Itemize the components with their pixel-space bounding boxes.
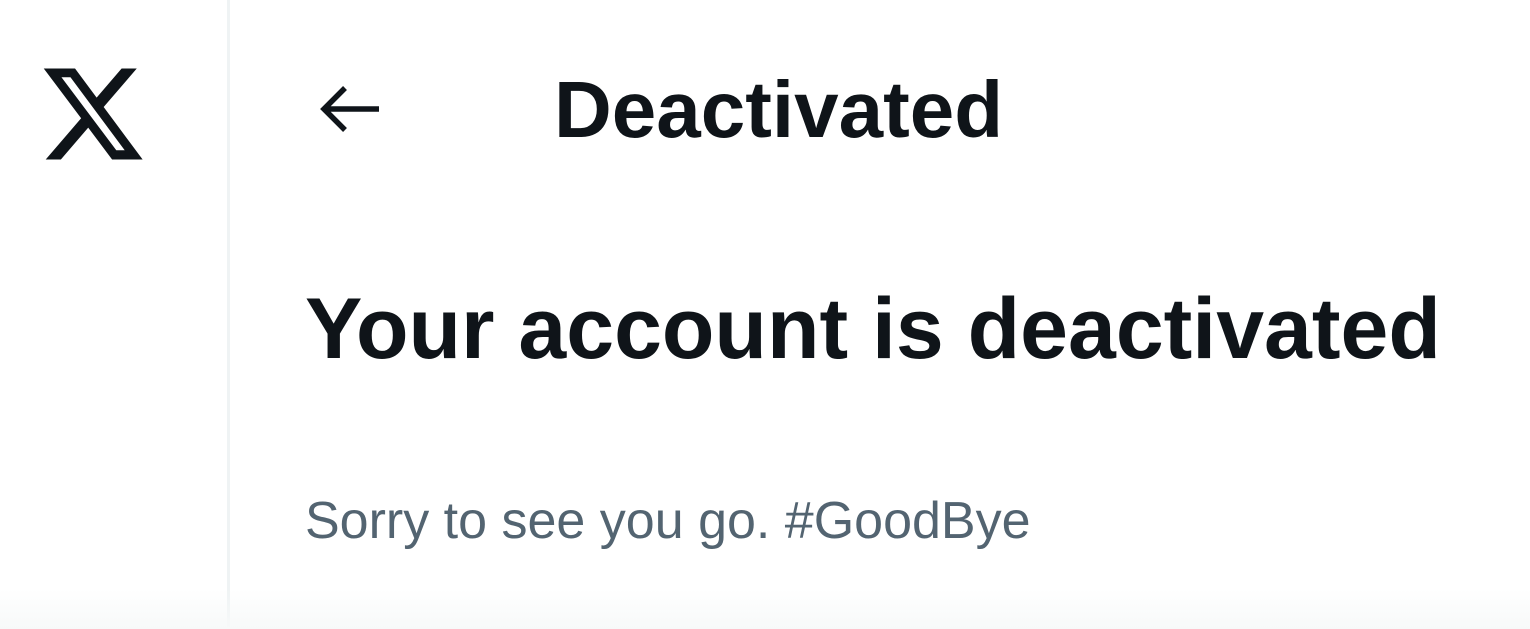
arrow-left-icon	[320, 86, 379, 132]
goodbye-message: Sorry to see you go. #GoodBye	[305, 492, 1031, 550]
deactivated-headline: Your account is deactivated	[305, 281, 1441, 377]
x-logo-icon[interactable]	[38, 58, 148, 170]
page-title: Deactivated	[554, 65, 1004, 154]
back-button[interactable]	[303, 64, 393, 154]
page: Deactivated Your account is deactivated …	[0, 0, 1530, 629]
page-header: Deactivated	[233, 0, 1530, 210]
sidebar	[0, 0, 230, 629]
main-content: Deactivated Your account is deactivated …	[233, 0, 1530, 629]
